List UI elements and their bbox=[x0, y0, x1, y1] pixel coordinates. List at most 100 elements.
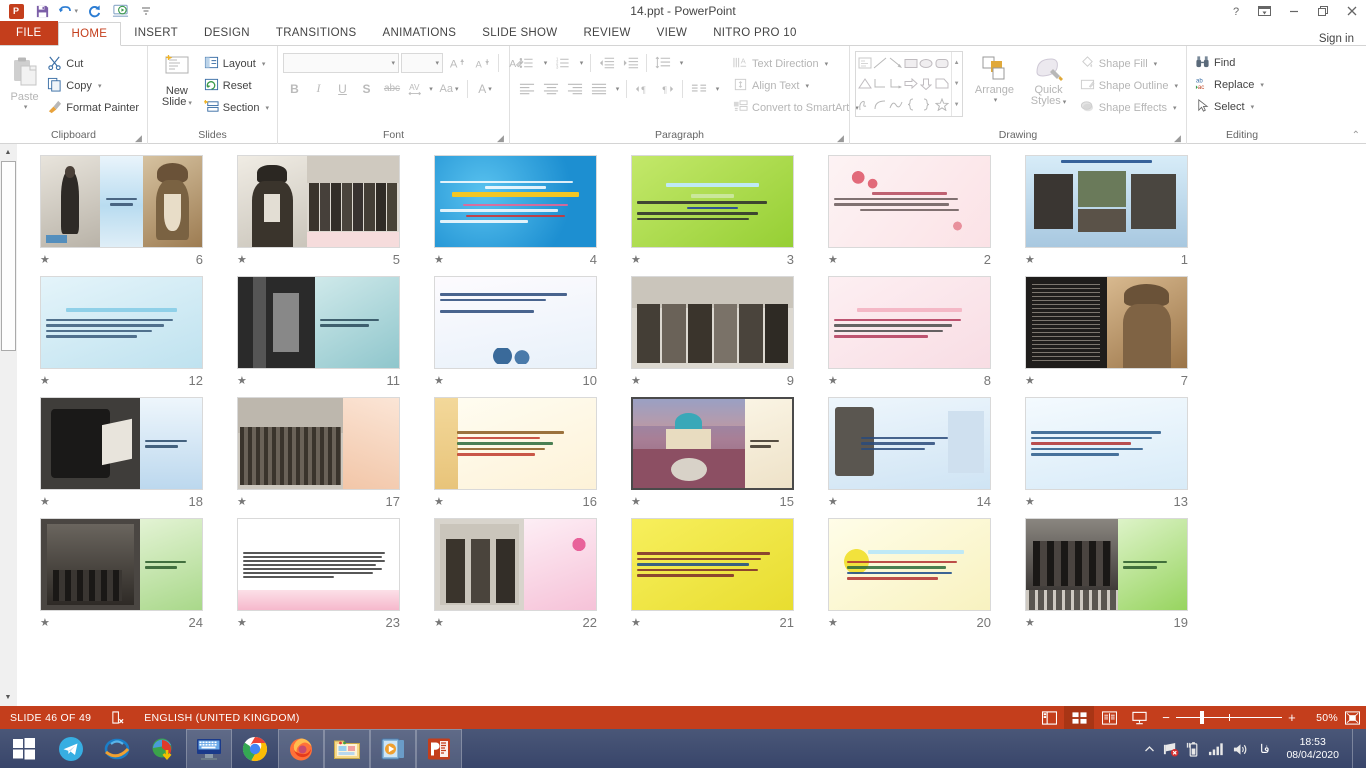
slide-thumbnail-22[interactable]: ★ 22 bbox=[417, 515, 614, 636]
shape-right-brace[interactable] bbox=[919, 94, 934, 115]
scroll-down-button[interactable]: ▼ bbox=[0, 689, 17, 706]
bold-button[interactable]: B bbox=[283, 78, 306, 99]
tab-view[interactable]: VIEW bbox=[644, 21, 701, 45]
align-text-dropdown-arrow[interactable]: ▾ bbox=[806, 82, 810, 90]
slide-thumbnail-11[interactable]: ★ 11 bbox=[220, 273, 417, 394]
text-direction-dropdown-arrow[interactable]: ▾ bbox=[825, 60, 829, 68]
battery-icon[interactable] bbox=[1186, 741, 1201, 757]
line-spacing-button[interactable] bbox=[651, 52, 674, 73]
decrease-font-size-button[interactable]: A bbox=[470, 52, 493, 73]
justify-button[interactable] bbox=[587, 78, 610, 99]
shape-effects-button[interactable]: Shape Effects ▾ bbox=[1077, 97, 1181, 119]
tab-review[interactable]: REVIEW bbox=[570, 21, 643, 45]
slide-thumbnail-7[interactable]: ★ 7 bbox=[1008, 273, 1205, 394]
zoom-thumb[interactable] bbox=[1200, 711, 1204, 724]
internet-download-manager-icon[interactable] bbox=[140, 729, 186, 768]
save-icon[interactable] bbox=[32, 2, 52, 20]
slide-thumbnail-14[interactable]: ★ 14 bbox=[811, 394, 1008, 515]
slide-thumbnail-10[interactable]: ★ 10 bbox=[417, 273, 614, 394]
minimize-button[interactable] bbox=[1279, 0, 1308, 22]
font-size-input[interactable]: ▾ bbox=[401, 53, 443, 73]
align-center-button[interactable] bbox=[539, 78, 562, 99]
text-shadow-button[interactable]: S bbox=[355, 78, 378, 99]
shape-curve[interactable] bbox=[888, 94, 903, 115]
slide-thumbnail-8[interactable]: ★ 8 bbox=[811, 273, 1008, 394]
shape-elbow-connector[interactable] bbox=[872, 74, 887, 95]
layout-button[interactable]: Layout ▾ bbox=[201, 53, 272, 75]
language-indicator[interactable]: ENGLISH (UNITED KINGDOM) bbox=[134, 706, 309, 729]
normal-view-button[interactable] bbox=[1034, 706, 1064, 729]
customize-qat-icon[interactable] bbox=[136, 2, 156, 20]
bullets-button[interactable] bbox=[515, 52, 538, 73]
tab-animations[interactable]: ANIMATIONS bbox=[370, 21, 470, 45]
tab-insert[interactable]: INSERT bbox=[121, 21, 191, 45]
replace-button[interactable]: abac Replace ▾ bbox=[1192, 74, 1267, 96]
columns-button[interactable] bbox=[687, 78, 710, 99]
clock[interactable]: 18:53 08/04/2020 bbox=[1280, 736, 1345, 762]
drawing-dialog-launcher[interactable]: ◢ bbox=[1173, 134, 1182, 143]
network-error-icon[interactable] bbox=[1162, 742, 1179, 757]
line-spacing-dropdown[interactable]: ▾ bbox=[675, 52, 686, 73]
new-slide-button[interactable]: New Slide ▾ bbox=[153, 50, 201, 110]
restore-button[interactable] bbox=[1308, 0, 1337, 22]
zoom-in-button[interactable]: + bbox=[1288, 710, 1296, 725]
slide-thumbnail-23[interactable]: ★ 23 bbox=[220, 515, 417, 636]
redo-icon[interactable] bbox=[84, 2, 104, 20]
shape-left-brace[interactable] bbox=[903, 94, 918, 115]
firefox-icon[interactable] bbox=[278, 729, 324, 768]
slide-show-button[interactable] bbox=[1124, 706, 1154, 729]
media-player-icon[interactable] bbox=[370, 729, 416, 768]
copy-dropdown-arrow[interactable]: ▾ bbox=[98, 82, 102, 90]
shape-freeform[interactable] bbox=[857, 94, 872, 115]
reset-button[interactable]: Reset bbox=[201, 75, 272, 97]
slide-thumbnail-21[interactable]: ★ 21 bbox=[614, 515, 811, 636]
align-left-button[interactable] bbox=[515, 78, 538, 99]
shape-triangle[interactable] bbox=[857, 74, 872, 95]
clipboard-dialog-launcher[interactable]: ◢ bbox=[134, 134, 143, 143]
close-button[interactable] bbox=[1337, 0, 1366, 22]
undo-dropdown-arrow[interactable]: ▾ bbox=[74, 7, 78, 15]
increase-indent-button[interactable] bbox=[619, 52, 642, 73]
rtl-text-direction-button[interactable]: ¶ bbox=[655, 78, 678, 99]
shape-arc[interactable] bbox=[872, 94, 887, 115]
ribbon-display-options-button[interactable] bbox=[1250, 0, 1279, 22]
increase-font-size-button[interactable]: A bbox=[445, 52, 468, 73]
paragraph-dialog-launcher[interactable]: ◢ bbox=[836, 134, 845, 143]
arrange-button[interactable]: Arrange ▾ bbox=[969, 51, 1021, 106]
show-desktop-button[interactable] bbox=[1352, 729, 1360, 768]
slide-thumbnail-13[interactable]: ★ 13 bbox=[1008, 394, 1205, 515]
slide-thumbnail-9[interactable]: ★ 9 bbox=[614, 273, 811, 394]
numbering-dropdown[interactable]: ▾ bbox=[575, 52, 586, 73]
format-painter-button[interactable]: Format Painter bbox=[44, 97, 142, 119]
zoom-level-label[interactable]: 50% bbox=[1304, 712, 1338, 724]
zoom-slider[interactable]: − + bbox=[1154, 710, 1304, 725]
text-direction-button[interactable]: A Text Direction ▾ bbox=[730, 53, 862, 75]
fit-to-window-button[interactable] bbox=[1338, 706, 1366, 729]
slide-thumbnail-24[interactable]: ★ 24 bbox=[23, 515, 220, 636]
collapse-ribbon-button[interactable]: ⌃ bbox=[1352, 130, 1360, 141]
shape-fill-dropdown-arrow[interactable]: ▾ bbox=[1154, 60, 1158, 68]
start-from-beginning-icon[interactable] bbox=[110, 2, 130, 20]
slide-thumbnail-17[interactable]: ★ 17 bbox=[220, 394, 417, 515]
font-dialog-launcher[interactable]: ◢ bbox=[496, 134, 505, 143]
italic-button[interactable]: I bbox=[307, 78, 330, 99]
slide-thumbnail-2[interactable]: ★ 2 bbox=[811, 152, 1008, 273]
tab-design[interactable]: DESIGN bbox=[191, 21, 263, 45]
replace-dropdown-arrow[interactable]: ▾ bbox=[1260, 81, 1264, 89]
scrollbar-track[interactable] bbox=[0, 161, 17, 689]
shape-text-box[interactable] bbox=[857, 53, 872, 74]
arrange-dropdown-arrow[interactable]: ▾ bbox=[994, 96, 998, 104]
ltr-text-direction-button[interactable]: ¶ bbox=[631, 78, 654, 99]
volume-icon[interactable] bbox=[1232, 742, 1249, 757]
slide-sorter-scrollbar[interactable]: ▲ ▼ bbox=[0, 144, 17, 706]
shape-elbow-arrow-connector[interactable] bbox=[888, 74, 903, 95]
shape-rectangle[interactable] bbox=[903, 53, 918, 74]
decrease-indent-button[interactable] bbox=[595, 52, 618, 73]
font-color-button[interactable]: A▾ bbox=[472, 78, 498, 99]
new-slide-dropdown-arrow[interactable]: ▾ bbox=[188, 99, 192, 107]
shapes-more-button[interactable]: ▼ bbox=[952, 95, 962, 116]
slide-counter[interactable]: SLIDE 46 OF 49 bbox=[0, 706, 101, 729]
section-dropdown-arrow[interactable]: ▾ bbox=[265, 104, 269, 112]
help-button[interactable]: ? bbox=[1221, 0, 1250, 22]
shape-line[interactable] bbox=[872, 53, 887, 74]
